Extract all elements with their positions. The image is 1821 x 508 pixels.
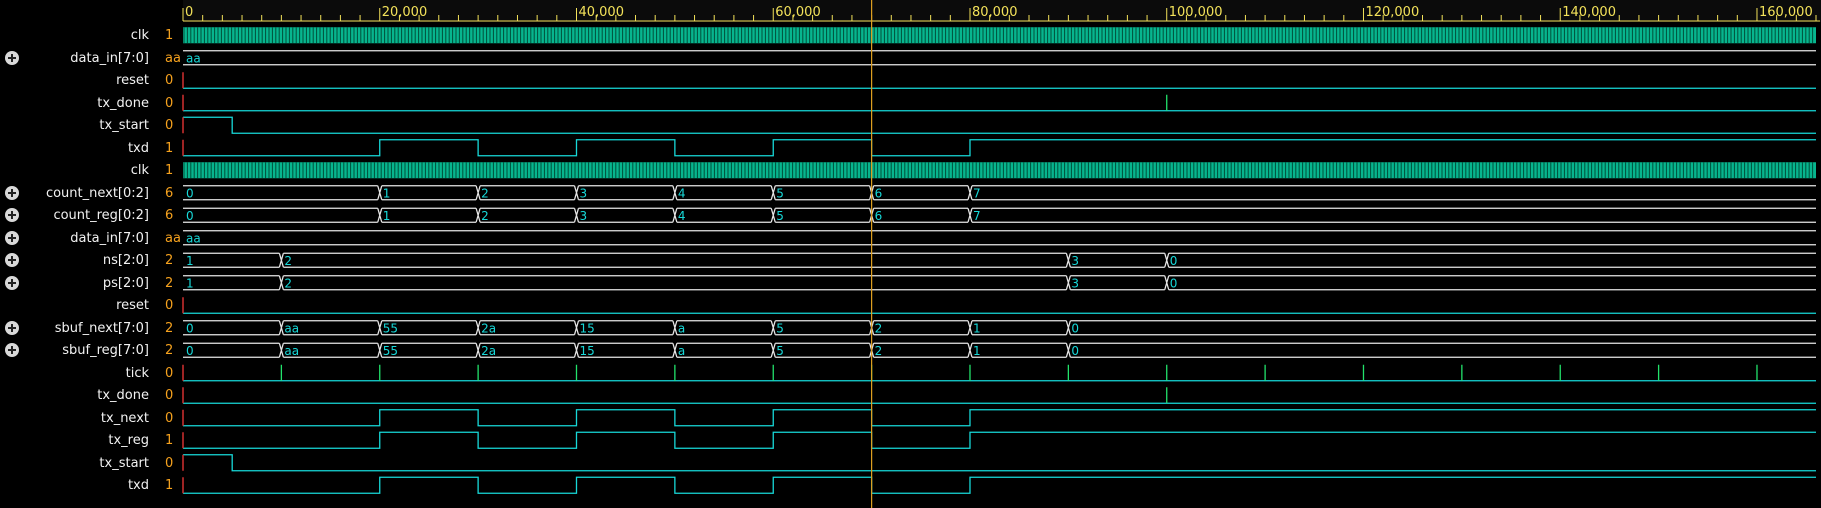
bus-waveform bbox=[183, 342, 1816, 358]
bus-value-label: 1 bbox=[973, 344, 981, 358]
bus-value-label: 0 bbox=[1071, 321, 1079, 335]
bus-value-label: 2a bbox=[481, 344, 496, 358]
bus-value-label: 5 bbox=[776, 321, 784, 335]
bit-waveform bbox=[183, 409, 1816, 427]
bus-value-label: 0 bbox=[1170, 276, 1178, 290]
ruler-label: 120,000 bbox=[1365, 5, 1419, 20]
bus-value-label: 15 bbox=[579, 344, 594, 358]
bus-value-label: 5 bbox=[776, 209, 784, 223]
bus-value-label: aa bbox=[186, 51, 201, 65]
bus-value-label: 2 bbox=[284, 276, 292, 290]
bus-waveform bbox=[183, 275, 1816, 291]
bus-waveform bbox=[183, 252, 1816, 268]
bus-value-label: 4 bbox=[678, 186, 686, 200]
bus-value-label: a bbox=[678, 321, 685, 335]
waveform-canvas[interactable]: 0 20,000 40,000 60,000 80,000 100,000 120,000 1… bbox=[0, 0, 1821, 508]
bus-value-label: aa bbox=[186, 231, 201, 245]
bus-value-label: 5 bbox=[776, 344, 784, 358]
bus-waveform bbox=[183, 320, 1816, 336]
bus-value-label: 0 bbox=[1071, 344, 1079, 358]
bus-value-label: 5 bbox=[776, 186, 784, 200]
bus-waveform bbox=[183, 185, 1816, 201]
bit-waveform bbox=[183, 139, 1816, 157]
bus-value-label: 2 bbox=[875, 344, 883, 358]
bus-value-label: 0 bbox=[186, 321, 194, 335]
bus-value-label: 1 bbox=[383, 186, 391, 200]
waveform-viewer: clk 1 data_in[7:0] aa reset 0 tx_done 0 tx_start… bbox=[0, 0, 1821, 508]
bit-waveform bbox=[183, 116, 1816, 134]
bus-value-label: 3 bbox=[1071, 276, 1079, 290]
bus-value-label: 55 bbox=[383, 321, 398, 335]
bus-value-label: 1 bbox=[973, 321, 981, 335]
bus-value-label: 2 bbox=[284, 254, 292, 268]
ruler-label: 20,000 bbox=[382, 5, 428, 20]
bus-value-label: 4 bbox=[678, 209, 686, 223]
bus-value-label: 2 bbox=[875, 321, 883, 335]
bus-value-label: 7 bbox=[973, 209, 981, 223]
bus-value-label: 3 bbox=[1071, 254, 1079, 268]
bus-value-label: 6 bbox=[875, 186, 883, 200]
bus-waveform bbox=[183, 207, 1816, 223]
bus-value-label: 1 bbox=[186, 254, 194, 268]
bus-value-label: 0 bbox=[186, 344, 194, 358]
bus-value-label: 55 bbox=[383, 344, 398, 358]
bus-value-label: 3 bbox=[579, 209, 587, 223]
bus-value-label: 1 bbox=[383, 209, 391, 223]
bus-value-label: 2a bbox=[481, 321, 496, 335]
bus-value-label: a bbox=[678, 344, 685, 358]
bus-value-label: 0 bbox=[186, 209, 194, 223]
bus-value-label: 2 bbox=[481, 209, 489, 223]
ruler-label: 0 bbox=[185, 5, 193, 20]
bus-value-label: 0 bbox=[186, 186, 194, 200]
ruler-label: 100,000 bbox=[1169, 5, 1223, 20]
bus-value-label: 6 bbox=[875, 209, 883, 223]
bus-value-label: 1 bbox=[186, 276, 194, 290]
bus-waveform bbox=[183, 50, 1816, 66]
bit-waveform bbox=[183, 476, 1816, 494]
bus-value-label: aa bbox=[284, 344, 299, 358]
bus-value-label: 7 bbox=[973, 186, 981, 200]
ruler-label: 140,000 bbox=[1562, 5, 1616, 20]
bus-value-label: 0 bbox=[1170, 254, 1178, 268]
bit-waveform bbox=[183, 454, 1816, 472]
bus-value-label: 2 bbox=[481, 186, 489, 200]
bus-value-label: aa bbox=[284, 321, 299, 335]
bit-waveform bbox=[183, 431, 1816, 449]
ruler-label: 80,000 bbox=[972, 5, 1018, 20]
bus-waveform bbox=[183, 230, 1816, 246]
ruler-label: 60,000 bbox=[775, 5, 821, 20]
ruler-label: 160,000 bbox=[1759, 5, 1813, 20]
ruler-label: 40,000 bbox=[578, 5, 624, 20]
bus-value-label: 3 bbox=[579, 186, 587, 200]
bus-value-label: 15 bbox=[579, 321, 594, 335]
